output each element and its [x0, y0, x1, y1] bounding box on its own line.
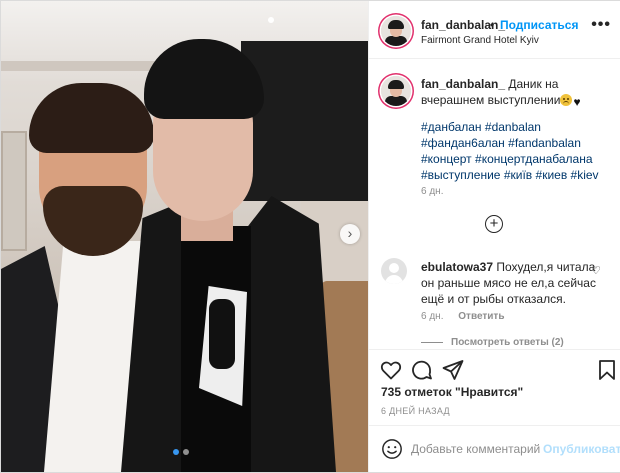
post-date[interactable]: 6 ДНЕЙ НАЗАД: [381, 406, 450, 416]
caption-username[interactable]: fan_danbalan_: [421, 77, 505, 91]
person-left-hair: [29, 83, 154, 153]
hashtag-list: #данбалан #danbalan #фандан6алан #fandan…: [421, 119, 616, 183]
add-comment-bar: Опубликовать: [369, 425, 620, 472]
hashtag-link[interactable]: #данбалан: [421, 120, 482, 134]
emoji-picker-icon[interactable]: [381, 438, 403, 460]
hashtag-link[interactable]: #концерт: [421, 152, 472, 166]
comment-meta: 6 дн. Ответить: [421, 311, 504, 322]
hashtag-link[interactable]: #фандан6алан: [421, 136, 505, 150]
post-caption: fan_danbalan_ Даник на вчерашнем выступл…: [421, 76, 611, 108]
hashtag-link[interactable]: #выступление: [421, 168, 500, 182]
comments-section[interactable]: fan_danbalan_ Даник на вчерашнем выступл…: [369, 59, 620, 349]
heart-icon[interactable]: [379, 358, 403, 382]
carousel-dot-1: [173, 449, 179, 455]
view-replies-button[interactable]: Посмотреть ответы (2): [421, 337, 564, 348]
action-bar: [369, 349, 620, 389]
location-link[interactable]: Fairmont Grand Hotel Kyiv: [421, 35, 539, 46]
hashtag-link[interactable]: #fandanbalan: [508, 136, 581, 150]
hashtag-link[interactable]: #kiev: [571, 168, 599, 182]
view-replies-label: Посмотреть ответы (2): [451, 337, 564, 348]
light-dot: [268, 17, 274, 23]
hashtag-link[interactable]: #киев: [536, 168, 568, 182]
post-header: fan_danbalan_ • Подписаться Fairmont Gra…: [369, 1, 620, 59]
header-separator: •: [490, 18, 495, 32]
black-heart-icon: ♥: [573, 95, 581, 109]
post-photo[interactable]: ›: [1, 1, 368, 472]
comment-like-icon[interactable]: ♡: [591, 264, 601, 277]
like-count[interactable]: 735 отметок "Нравится": [381, 385, 523, 399]
comment-timestamp[interactable]: 6 дн.: [421, 311, 443, 322]
comment: ebulatowa37 Похудел,я читала он раньше м…: [421, 259, 599, 307]
smiling-face-icon: [560, 94, 573, 106]
bookmark-icon[interactable]: [595, 358, 619, 382]
replies-divider: [421, 341, 443, 343]
photo-tv: [241, 41, 368, 201]
comment-icon[interactable]: [410, 358, 434, 382]
person-right-shirt-print-detail: [209, 299, 235, 369]
caption-author-avatar[interactable]: [381, 76, 411, 106]
commenter-avatar[interactable]: [381, 258, 407, 284]
carousel-dot-2: [183, 449, 189, 455]
share-icon[interactable]: [441, 358, 465, 382]
hashtag-link[interactable]: #концертданабалана: [475, 152, 593, 166]
follow-button[interactable]: Подписаться: [500, 18, 578, 32]
publish-button[interactable]: Опубликовать: [543, 442, 620, 456]
reply-button[interactable]: Ответить: [458, 311, 504, 322]
load-more-comments-icon[interactable]: +: [485, 215, 503, 233]
photo-picture-frame: [1, 131, 27, 251]
more-options-icon[interactable]: •••: [591, 17, 611, 33]
instagram-post: › fan_danbalan_ • Подписаться Fairmont G…: [0, 0, 620, 473]
carousel-next-button[interactable]: ›: [340, 224, 360, 244]
comment-username[interactable]: ebulatowa37: [421, 260, 493, 274]
carousel-indicator: [173, 449, 189, 455]
post-sidebar: fan_danbalan_ • Подписаться Fairmont Gra…: [368, 1, 620, 472]
caption-timestamp[interactable]: 6 дн.: [421, 186, 443, 197]
hashtag-link[interactable]: #danbalan: [485, 120, 541, 134]
hashtag-link[interactable]: #київ: [504, 168, 532, 182]
comment-input[interactable]: [411, 439, 541, 459]
author-avatar[interactable]: [381, 16, 411, 46]
